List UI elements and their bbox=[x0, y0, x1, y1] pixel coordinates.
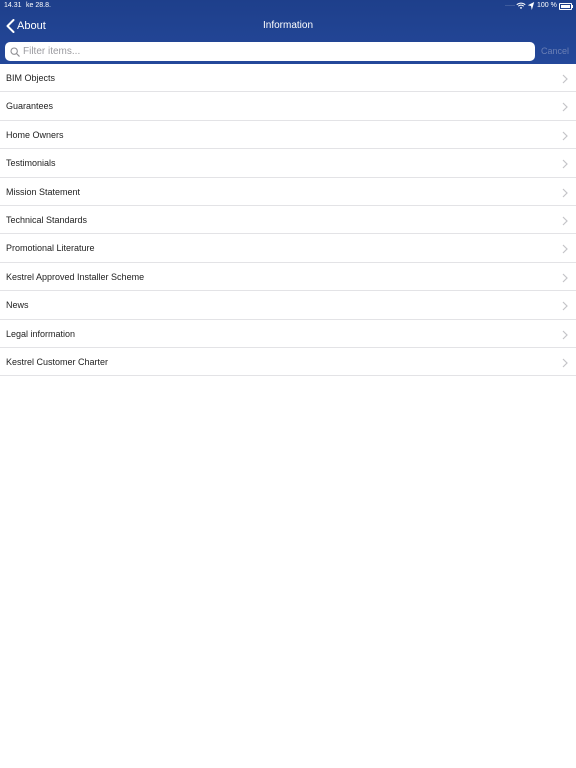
search-field[interactable] bbox=[5, 42, 535, 61]
wifi-icon bbox=[516, 2, 526, 9]
list-item-home-owners[interactable]: Home Owners bbox=[0, 121, 576, 150]
list-item-technical-standards[interactable]: Technical Standards bbox=[0, 206, 576, 235]
information-list: BIM Objects Guarantees Home Owners Testi… bbox=[0, 64, 576, 377]
list-item-label: Legal information bbox=[6, 328, 76, 339]
search-input[interactable] bbox=[23, 46, 523, 57]
list-item-legal-information[interactable]: Legal information bbox=[0, 320, 576, 348]
status-bar: 14.31 ke 28.8. ····· 100 % bbox=[0, 0, 576, 12]
cancel-button[interactable]: Cancel bbox=[541, 42, 569, 61]
chevron-right-icon bbox=[562, 358, 568, 368]
list-item-label: Mission Statement bbox=[6, 186, 81, 197]
list-item-label: Guarantees bbox=[6, 101, 54, 112]
list-item-label: Testimonials bbox=[6, 158, 56, 169]
list-item-bim-objects[interactable]: BIM Objects bbox=[0, 64, 576, 93]
chevron-right-icon bbox=[562, 301, 568, 311]
battery-tip bbox=[572, 5, 573, 8]
chevron-right-icon bbox=[562, 216, 568, 226]
list-item-label: Promotional Literature bbox=[6, 243, 95, 254]
chevron-right-icon bbox=[562, 330, 568, 339]
list-item-customer-charter[interactable]: Kestrel Customer Charter bbox=[0, 348, 576, 377]
battery-icon bbox=[559, 3, 572, 10]
chevron-right-icon bbox=[562, 244, 568, 254]
list-item-label: News bbox=[6, 300, 29, 311]
list-item-label: Kestrel Customer Charter bbox=[6, 356, 109, 367]
status-date: ke 28.8. bbox=[26, 2, 51, 9]
chevron-right-icon bbox=[562, 74, 568, 84]
list-item-approved-installer-scheme[interactable]: Kestrel Approved Installer Scheme bbox=[0, 263, 576, 292]
list-item-testimonials[interactable]: Testimonials bbox=[0, 149, 576, 178]
chevron-right-icon bbox=[562, 273, 568, 283]
page-title: Information bbox=[262, 20, 314, 31]
status-time: 14.31 bbox=[4, 2, 22, 9]
chevron-right-icon bbox=[562, 102, 568, 112]
battery-percentage: 100 % bbox=[537, 2, 557, 9]
list-item-label: BIM Objects bbox=[6, 73, 56, 83]
chevron-right-icon bbox=[562, 159, 568, 169]
magnifier-icon bbox=[10, 46, 20, 57]
list-item-mission-statement[interactable]: Mission Statement bbox=[0, 178, 576, 206]
chevron-right-icon bbox=[562, 131, 568, 141]
chevron-right-icon bbox=[562, 188, 568, 197]
list-item-label: Technical Standards bbox=[6, 214, 88, 225]
list-item-label: Kestrel Approved Installer Scheme bbox=[6, 271, 145, 282]
location-arrow-icon bbox=[527, 2, 535, 10]
list-item-label: Home Owners bbox=[6, 129, 64, 140]
navigation-bar: 14.31 ke 28.8. ····· 100 % About Informa… bbox=[0, 0, 576, 64]
signal-indicator: ····· bbox=[505, 3, 515, 9]
list-item-guarantees[interactable]: Guarantees bbox=[0, 92, 576, 121]
list-item-news[interactable]: News bbox=[0, 291, 576, 320]
list-item-promotional-literature[interactable]: Promotional Literature bbox=[0, 234, 576, 263]
